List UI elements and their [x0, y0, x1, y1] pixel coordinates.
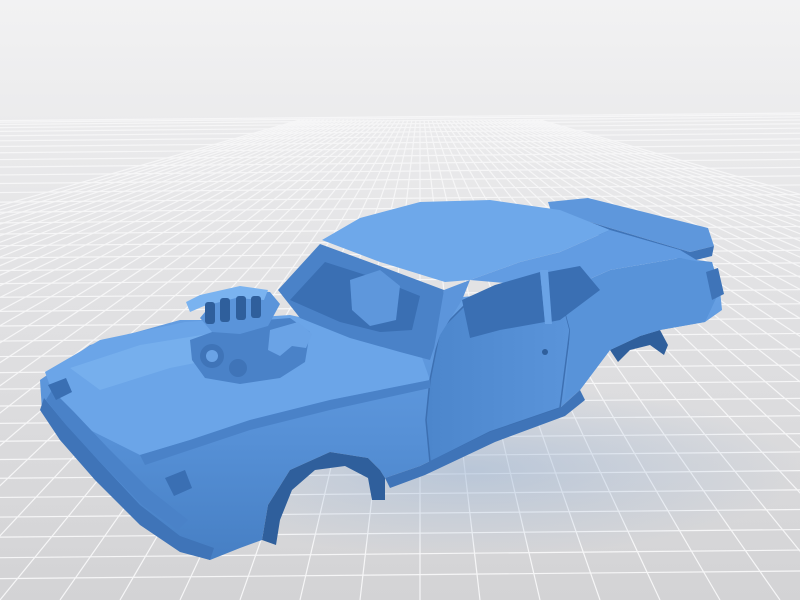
model-viewer[interactable] [0, 0, 800, 600]
render-canvas[interactable] [0, 0, 800, 600]
door-handle [542, 349, 548, 355]
scoop-slot-3 [236, 296, 246, 320]
pulley-3 [229, 359, 247, 377]
scoop-slot-2 [220, 298, 230, 322]
scoop-slot-4 [251, 296, 261, 318]
pulley-2 [206, 350, 218, 362]
scoop-slot-1 [205, 302, 215, 324]
